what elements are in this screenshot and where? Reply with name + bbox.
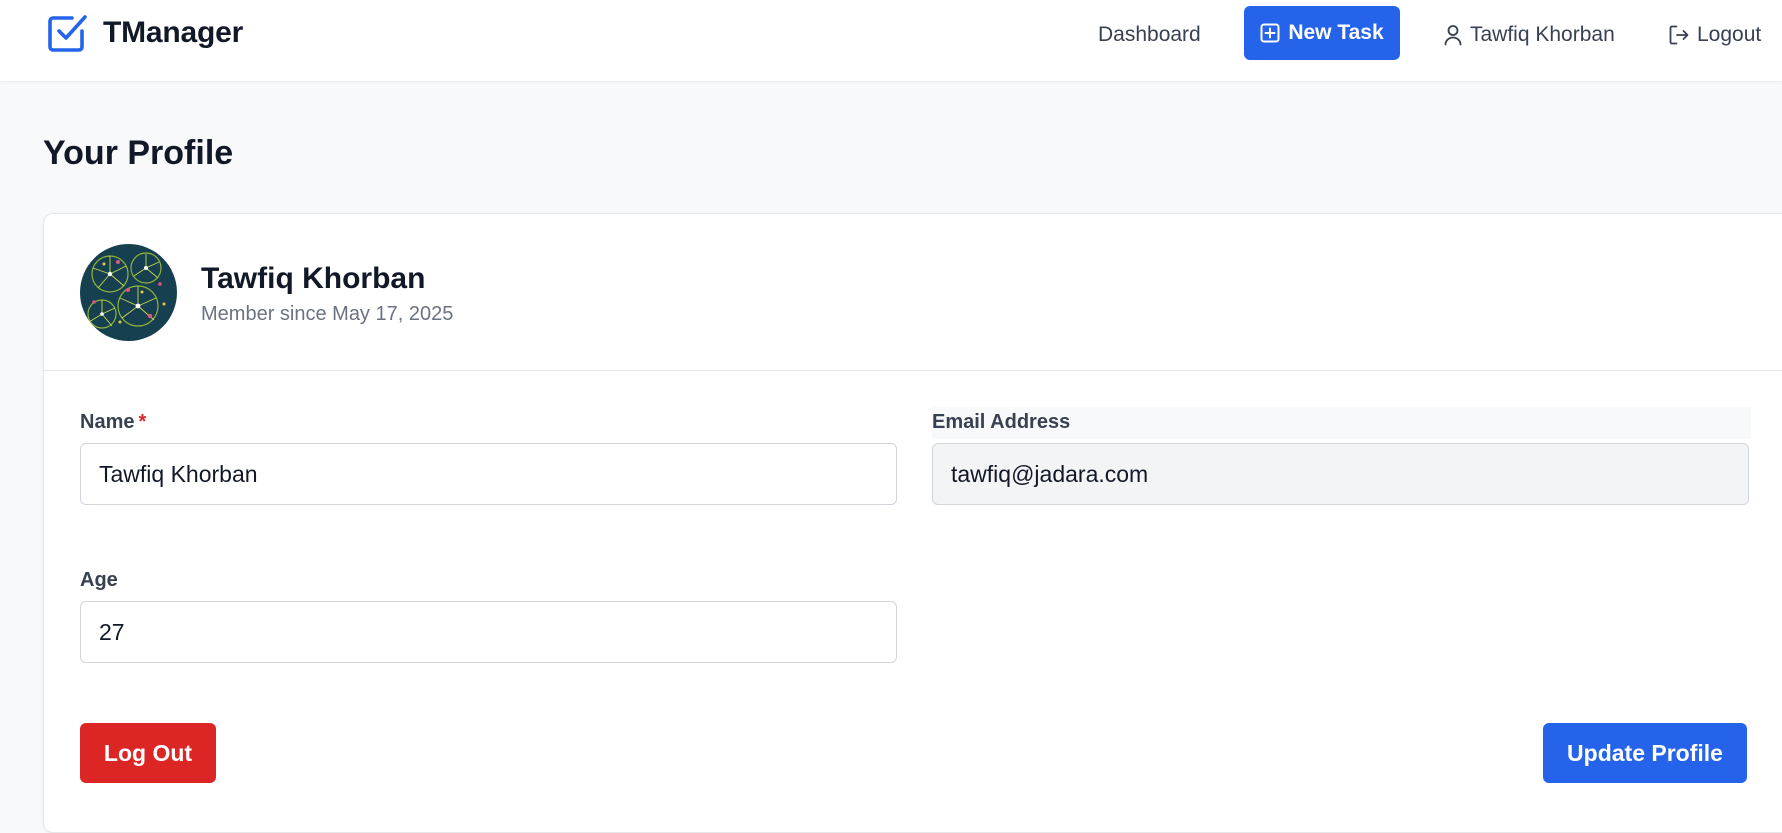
plus-square-icon xyxy=(1260,23,1280,43)
top-navbar: TManager Dashboard New Task Tawfiq Khorb… xyxy=(0,0,1782,82)
name-label: Name * xyxy=(80,411,146,434)
age-input[interactable] xyxy=(80,601,897,663)
new-task-button[interactable]: New Task xyxy=(1244,6,1400,60)
email-label: Email Address xyxy=(932,411,1071,433)
nav-dashboard-link[interactable]: Dashboard xyxy=(1098,20,1201,50)
update-profile-button[interactable]: Update Profile xyxy=(1543,723,1747,783)
name-input[interactable] xyxy=(80,443,897,505)
app-name: TManager xyxy=(103,16,244,49)
brand[interactable]: TManager xyxy=(46,12,243,54)
user-icon xyxy=(1444,25,1462,46)
profile-name: Tawfiq Khorban xyxy=(201,262,426,295)
name-label-text: Name xyxy=(80,411,135,433)
logout-icon xyxy=(1669,25,1689,45)
profile-card: Tawfiq Khorban Member since May 17, 2025… xyxy=(43,213,1782,833)
nav-logout-link[interactable]: Logout xyxy=(1668,20,1761,50)
age-label: Age xyxy=(80,569,118,591)
checkbox-logo-icon xyxy=(48,15,87,52)
avatar xyxy=(80,244,177,341)
log-out-button[interactable]: Log Out xyxy=(80,723,216,783)
nav-user-link[interactable]: Tawfiq Khorban xyxy=(1443,20,1615,50)
required-asterisk: * xyxy=(138,411,147,433)
new-task-label: New Task xyxy=(1288,21,1384,44)
profile-header: Tawfiq Khorban Member since May 17, 2025 xyxy=(44,214,1782,371)
avatar-image xyxy=(80,244,177,341)
page-title: Your Profile xyxy=(43,134,234,172)
member-since-text: Member since May 17, 2025 xyxy=(201,303,454,325)
email-input[interactable] xyxy=(932,443,1749,505)
nav-logout-label: Logout xyxy=(1697,23,1762,46)
nav-user-label: Tawfiq Khorban xyxy=(1470,23,1615,46)
